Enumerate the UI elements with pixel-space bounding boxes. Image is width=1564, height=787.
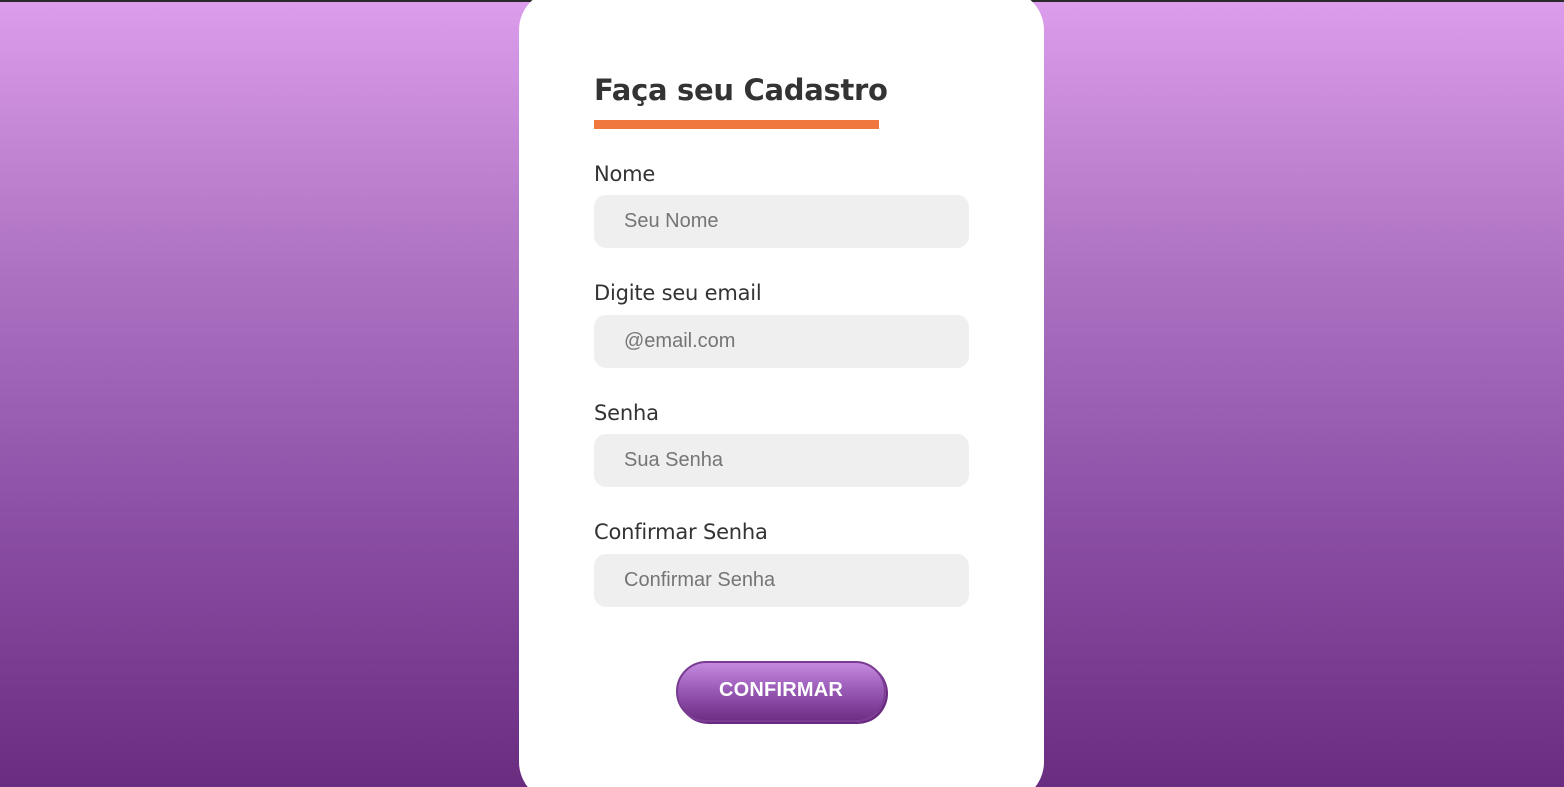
confirm-password-label: Confirmar Senha	[594, 520, 768, 544]
signup-card: Faça seu Cadastro Nome Digite seu email …	[519, 0, 1044, 787]
title-underline	[594, 120, 879, 129]
name-input[interactable]	[594, 195, 969, 248]
email-input[interactable]	[594, 315, 969, 368]
email-label: Digite seu email	[594, 281, 762, 305]
name-label: Nome	[594, 162, 656, 186]
page-title: Faça seu Cadastro	[594, 73, 888, 107]
password-label: Senha	[594, 401, 659, 425]
password-input[interactable]	[594, 434, 969, 487]
confirm-button[interactable]: CONFIRMAR	[676, 661, 886, 722]
confirm-password-input[interactable]	[594, 554, 969, 607]
